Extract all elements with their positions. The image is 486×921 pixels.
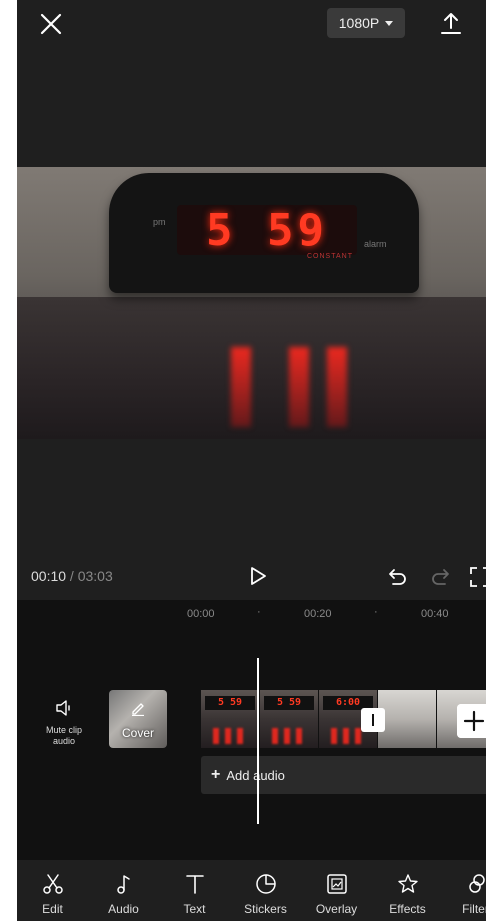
add-audio-button[interactable]: + Add audio — [201, 756, 486, 794]
alarm-clock: pm 5 59 alarm CONSTANT — [109, 173, 419, 293]
music-note-icon — [116, 875, 130, 894]
cover-button[interactable]: Cover — [109, 690, 167, 748]
overlay-icon — [326, 874, 347, 894]
tool-effects[interactable]: Effects — [372, 862, 443, 921]
tool-stickers[interactable]: Stickers — [230, 862, 301, 921]
plus-icon: + — [211, 766, 221, 783]
sticker-icon — [255, 874, 276, 894]
tool-edit[interactable]: Edit — [17, 862, 88, 921]
mute-clip-label-line2: audio — [52, 736, 76, 746]
tool-label: Stickers — [244, 902, 287, 916]
led-reflection — [289, 347, 309, 427]
video-track[interactable]: 5 59 5 59 6:00 — [201, 690, 486, 748]
fullscreen-icon[interactable] — [469, 566, 486, 588]
play-icon[interactable] — [247, 565, 269, 587]
add-audio-label: Add audio — [226, 767, 285, 783]
tool-label: Overlay — [315, 902, 358, 916]
export-icon[interactable] — [437, 10, 465, 38]
clip-frame: 5 59 — [260, 690, 319, 748]
frame-clock-digits: 5 59 — [205, 696, 255, 710]
tool-label: Audio — [108, 902, 139, 916]
clip-trim-handle[interactable] — [361, 708, 385, 732]
clock-brand-label: CONSTANT — [307, 253, 353, 260]
add-clip-icon[interactable] — [457, 704, 486, 738]
frame-clock-digits: 5 59 — [264, 696, 314, 710]
bottom-toolbar: Edit Audio Text Stickers Overlay Effects… — [17, 862, 486, 921]
text-icon — [185, 875, 204, 894]
current-time: 00:10 — [31, 568, 67, 584]
tool-text[interactable]: Text — [159, 862, 230, 921]
resolution-dropdown[interactable]: 1080P — [327, 8, 405, 38]
filter-icon — [468, 874, 485, 893]
resolution-label: 1080P — [338, 15, 380, 31]
video-preview[interactable]: pm 5 59 alarm CONSTANT — [17, 167, 486, 439]
playhead[interactable] — [257, 658, 259, 824]
mute-clip-audio-button[interactable]: Mute clip audio — [29, 700, 99, 747]
tool-label: Effects — [389, 902, 426, 916]
frame-reflection — [272, 728, 306, 744]
ruler-tick: 00:40 — [421, 608, 449, 620]
tool-audio[interactable]: Audio — [88, 862, 159, 921]
tool-filters[interactable]: Filters — [443, 862, 486, 921]
editor-screen: 1080P pm 5 59 alarm CONSTANT 00:10 / 03:… — [17, 0, 486, 921]
led-reflection — [327, 347, 347, 427]
ruler-dot: · — [374, 606, 378, 618]
frame-reflection — [331, 728, 365, 744]
playback-time: 00:10 / 03:03 — [31, 568, 113, 584]
clock-pm-label: pm — [153, 217, 166, 227]
time-separator: / — [66, 568, 78, 584]
mute-clip-label-line1: Mute clip — [45, 725, 82, 735]
tool-label: Filters — [462, 902, 486, 916]
ruler-tick: 00:20 — [304, 608, 332, 620]
effects-star-icon — [397, 874, 418, 893]
clip-frame-next — [378, 690, 437, 748]
speaker-icon — [56, 700, 70, 716]
tool-label: Edit — [42, 902, 63, 916]
clock-display: 5 59 — [177, 205, 357, 256]
ruler-dot: · — [257, 606, 261, 618]
ruler-tick: 00:00 — [187, 608, 215, 620]
table-surface — [17, 297, 486, 439]
mute-clip-label: Mute clip audio — [29, 725, 99, 747]
undo-icon[interactable] — [387, 566, 409, 588]
chevron-down-icon — [385, 20, 394, 26]
cover-label: Cover — [121, 726, 154, 740]
redo-icon[interactable] — [429, 566, 451, 588]
clock-alarm-label: alarm — [364, 239, 387, 249]
close-icon[interactable] — [37, 10, 65, 38]
total-time: 03:03 — [77, 568, 113, 584]
clip-frame: 5 59 — [201, 690, 260, 748]
tool-label: Text — [183, 902, 206, 916]
frame-reflection — [213, 728, 247, 744]
led-reflection — [231, 347, 251, 427]
pencil-icon — [132, 703, 144, 716]
tool-overlay[interactable]: Overlay — [301, 862, 372, 921]
scissors-icon — [42, 874, 63, 894]
